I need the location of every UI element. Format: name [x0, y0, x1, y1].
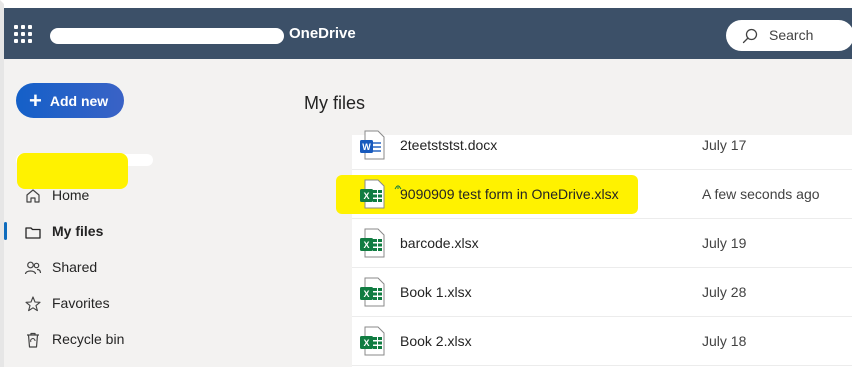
file-rows: X 9090909 test form in OneDrive.xlsx A f… [352, 135, 852, 367]
file-row-xlsx[interactable]: X barcode.xlsx July 19 [352, 219, 852, 268]
sidebar-item-label: Shared [52, 259, 98, 275]
file-modified: A few seconds ago [702, 186, 820, 202]
redacted-org-name [50, 28, 284, 44]
star-icon [25, 296, 41, 312]
svg-text:X: X [363, 240, 369, 250]
search-placeholder[interactable]: Search [769, 27, 813, 43]
file-name[interactable]: Book 1.xlsx [400, 284, 472, 300]
file-modified: July 28 [702, 284, 747, 300]
recycle-bin-icon [27, 332, 39, 348]
sidebar-item-label: Favorites [52, 295, 110, 311]
svg-text:X: X [363, 191, 369, 201]
people-icon [24, 261, 42, 275]
file-row-xlsx-new[interactable]: X 9090909 test form in OneDrive.xlsx A f… [352, 170, 852, 219]
file-modified: July 19 [702, 235, 747, 251]
file-name[interactable]: barcode.xlsx [400, 235, 479, 251]
add-new-label: Add new [49, 92, 109, 109]
file-row-xlsx[interactable]: X Book 2.xlsx July 18 [352, 317, 852, 366]
app-launcher-icon[interactable] [14, 25, 32, 43]
app-name[interactable]: OneDrive [289, 25, 356, 42]
sidebar-item-my-files[interactable]: My files [4, 214, 296, 248]
add-new-button[interactable]: + Add new [16, 83, 124, 118]
sidebar-item-favorites[interactable]: Favorites [4, 286, 296, 320]
home-icon [26, 189, 40, 203]
sidebar: + Add new [4, 59, 296, 367]
svg-text:X: X [363, 338, 369, 348]
file-modified: July 18 [702, 333, 747, 349]
search-icon [742, 28, 758, 44]
active-indicator [4, 222, 7, 240]
excel-icon: X [360, 277, 385, 307]
sidebar-item-shared[interactable]: Shared [4, 250, 296, 284]
top-bar: OneDrive Search [4, 8, 852, 59]
sidebar-item-home[interactable]: Home [4, 178, 296, 212]
file-row-xlsx[interactable]: X Book 1.xlsx July 28 [352, 268, 852, 317]
excel-icon: X [360, 326, 385, 356]
svg-text:X: X [363, 289, 369, 299]
sidebar-item-label: Home [52, 187, 90, 203]
page-title: My files [304, 93, 366, 113]
excel-icon: X [360, 228, 385, 258]
sidebar-item-recycle-bin[interactable]: Recycle bin [4, 322, 296, 356]
folder-icon [25, 227, 41, 239]
sidebar-item-label: My files [52, 223, 104, 239]
sidebar-item-label: Recycle bin [52, 331, 125, 347]
excel-icon: X [360, 179, 385, 209]
search-box[interactable]: Search [726, 20, 852, 51]
file-name[interactable]: 9090909 test form in OneDrive.xlsx [400, 186, 619, 202]
plus-icon: + [29, 87, 42, 113]
file-name[interactable]: Book 2.xlsx [400, 333, 472, 349]
